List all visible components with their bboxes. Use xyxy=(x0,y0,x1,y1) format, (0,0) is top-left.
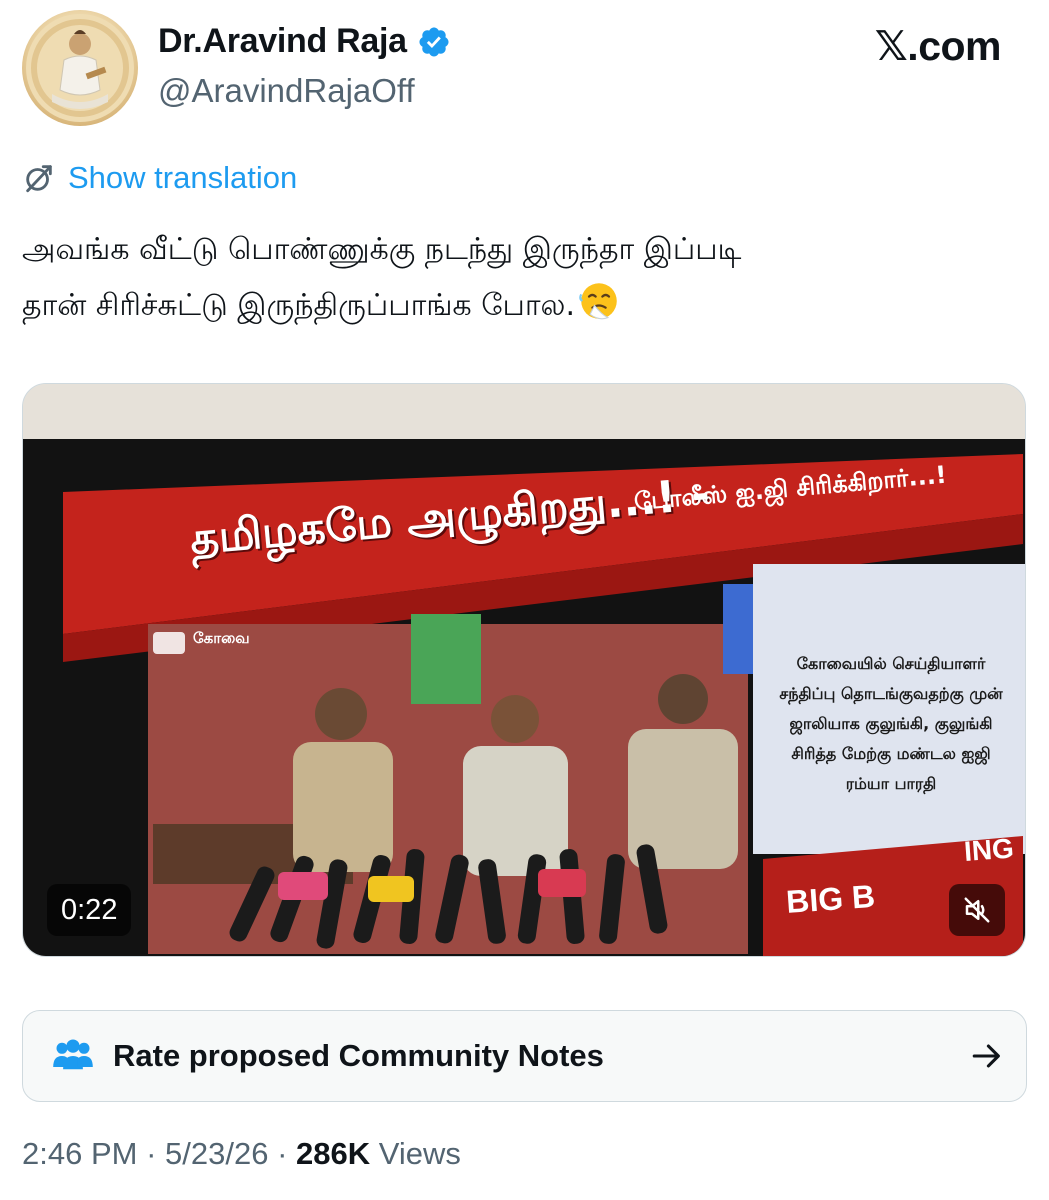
community-notes-card[interactable]: Rate proposed Community Notes xyxy=(22,1010,1027,1102)
tweet-time[interactable]: 2:46 PM xyxy=(22,1136,137,1171)
avatar-image xyxy=(26,14,134,122)
translate-icon xyxy=(26,165,52,193)
meta-separator-1: · xyxy=(146,1136,157,1171)
community-notes-icon xyxy=(53,1039,93,1070)
mute-button[interactable] xyxy=(949,884,1005,936)
author-handle[interactable]: @AravindRajaOff xyxy=(158,72,415,110)
video-ing-label: ING xyxy=(963,832,1015,867)
video-duration: 0:22 xyxy=(47,884,132,936)
author-display-name[interactable]: Dr.Aravind Raja xyxy=(158,22,407,61)
tweet-text-line-2: தான் சிரிச்சுட்டு இருந்திருப்பாங்க போல. xyxy=(22,278,1022,334)
verified-badge-icon xyxy=(419,26,449,57)
tweet-date[interactable]: 5/23/26 xyxy=(165,1136,268,1171)
video-player[interactable]: தமிழகமே அழுகிறது...! - போலீஸ் ஐ.ஜி சிரிக… xyxy=(22,383,1026,957)
tweet-metadata: 2:46 PM · 5/23/26 · 286K Views xyxy=(22,1136,461,1172)
video-city-tag: கோவை xyxy=(193,629,250,647)
views-count[interactable]: 286K xyxy=(296,1136,370,1171)
mute-icon xyxy=(964,897,990,923)
tweet-text-line-1: அவங்க வீட்டு பொண்ணுக்கு நடந்து இருந்தா இ… xyxy=(22,232,742,267)
x-brand-logo: 𝕏.com xyxy=(874,23,1002,69)
tweet-text: அவங்க வீட்டு பொண்ணுக்கு நடந்து இருந்தா இ… xyxy=(22,222,1022,334)
meta-separator-2: · xyxy=(277,1136,288,1171)
sneezing-face-emoji xyxy=(579,283,617,320)
video-side-caption: கோவையில் செய்தியாளர் சந்திப்பு தொடங்குவத… xyxy=(779,654,1003,793)
author-avatar[interactable] xyxy=(22,10,138,126)
views-label: Views xyxy=(378,1136,461,1171)
arrow-right-icon[interactable] xyxy=(970,1039,1004,1073)
author-name-row[interactable]: Dr.Aravind Raja xyxy=(158,22,451,61)
community-notes-label[interactable]: Rate proposed Community Notes xyxy=(113,1038,970,1074)
tweet-text-line-2-content: தான் சிரிச்சுட்டு இருந்திருப்பாங்க போல. xyxy=(22,288,575,323)
video-big-label: BIG B xyxy=(785,877,877,920)
show-translation-link[interactable]: Show translation xyxy=(68,160,297,196)
show-translation-row[interactable]: Show translation xyxy=(22,160,297,196)
